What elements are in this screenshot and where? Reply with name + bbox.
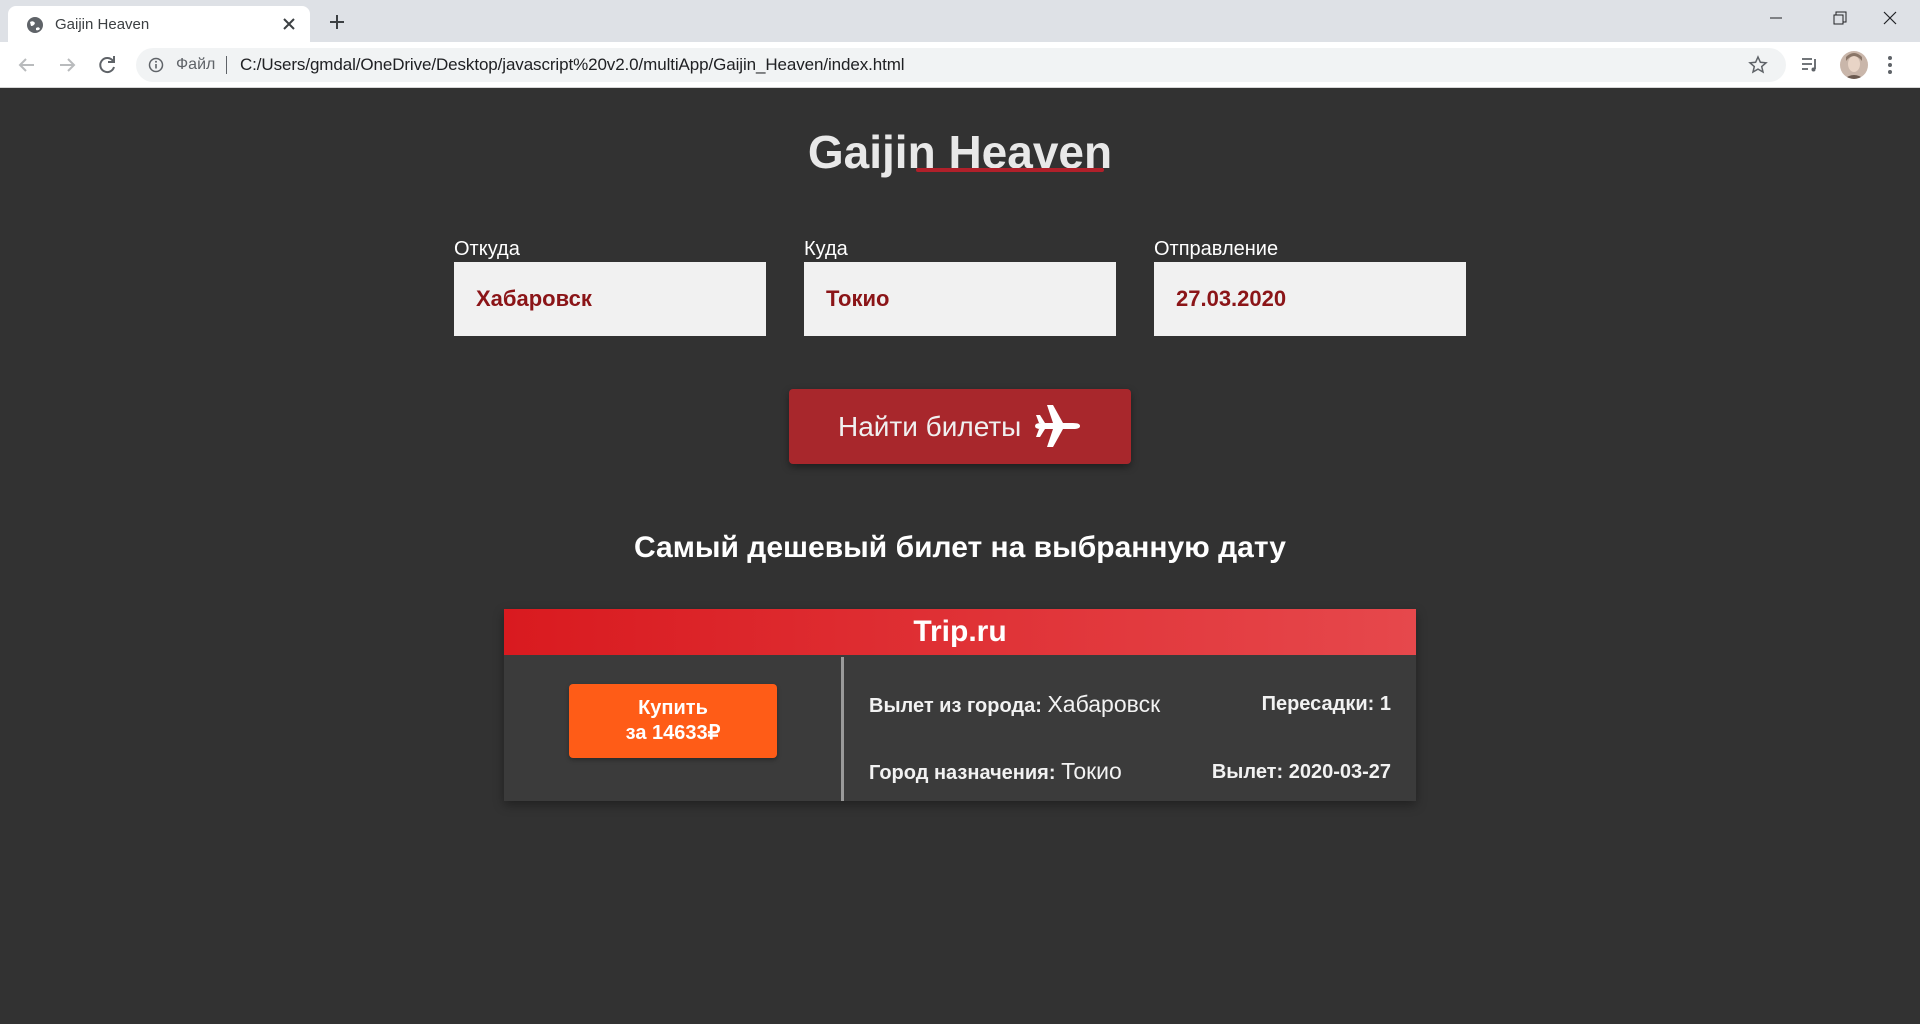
cheapest-heading: Самый дешевый билет на выбранную дату (634, 531, 1286, 564)
from-label: Откуда (454, 238, 520, 260)
buy-button[interactable]: Купить за 14633₽ (569, 684, 777, 758)
date-label: Отправление (1154, 238, 1279, 260)
ticket-divider (841, 657, 844, 801)
avatar-icon (1840, 51, 1868, 79)
browser-toolbar: Файл C:/Users/gmdal/OneDrive/Desktop/jav… (0, 42, 1920, 88)
new-tab-icon[interactable] (324, 9, 350, 35)
buy-button-price: за 14633₽ (625, 722, 721, 744)
window-close-icon[interactable] (1860, 0, 1920, 38)
date-field: Отправление (1154, 236, 1466, 336)
destination-city-label: Город назначения: (869, 762, 1056, 784)
from-field: Откуда (454, 236, 766, 336)
profile-avatar[interactable] (1840, 51, 1868, 79)
departure-city: Вылет из города: Хабаровск (869, 691, 1160, 719)
minimize-icon[interactable] (1748, 0, 1808, 38)
to-label: Куда (804, 238, 848, 260)
globe-icon (27, 17, 43, 33)
to-field: Куда (804, 236, 1116, 336)
scheme-label: Файл (176, 56, 216, 73)
destination-city-value: Токио (1061, 758, 1122, 784)
tab-title: Gaijin Heaven (55, 16, 150, 33)
url-text[interactable]: C:/Users/gmdal/OneDrive/Desktop/javascri… (240, 56, 905, 74)
from-input[interactable] (454, 262, 766, 336)
back-icon[interactable] (12, 50, 42, 80)
restore-icon[interactable] (1808, 0, 1868, 38)
to-input[interactable] (804, 262, 1116, 336)
info-icon[interactable] (148, 57, 164, 73)
departure-city-value: Хабаровск (1047, 691, 1161, 717)
departure-date: Вылет: 2020-03-27 (1211, 761, 1391, 783)
date-input[interactable] (1154, 262, 1466, 336)
search-button-label: Найти билеты (838, 411, 1022, 442)
ticket-provider: Trip.ru (504, 609, 1416, 655)
tab-strip: Gaijin Heaven (0, 0, 1920, 42)
title-underline (916, 168, 1104, 172)
buy-button-line1: Купить (638, 697, 708, 719)
address-separator (226, 56, 227, 74)
browser-tab[interactable]: Gaijin Heaven (8, 6, 310, 42)
forward-icon[interactable] (52, 50, 82, 80)
ticket-card: Trip.ru Купить за 14633₽ Вылет из города… (504, 609, 1416, 801)
airplane-icon (1035, 405, 1080, 447)
search-tickets-button[interactable]: Найти билеты (789, 389, 1131, 464)
more-menu-icon[interactable] (1886, 53, 1894, 77)
reload-icon[interactable] (92, 50, 122, 80)
bookmark-star-icon[interactable] (1748, 55, 1768, 75)
departure-city-label: Вылет из города: (869, 695, 1042, 717)
address-bar[interactable]: Файл C:/Users/gmdal/OneDrive/Desktop/jav… (136, 48, 1786, 82)
transfers-count: Пересадки: 1 (1261, 693, 1391, 715)
media-control-icon[interactable] (1800, 55, 1820, 75)
destination-city: Город назначения: Токио (869, 758, 1122, 786)
close-tab-icon[interactable] (278, 13, 300, 35)
